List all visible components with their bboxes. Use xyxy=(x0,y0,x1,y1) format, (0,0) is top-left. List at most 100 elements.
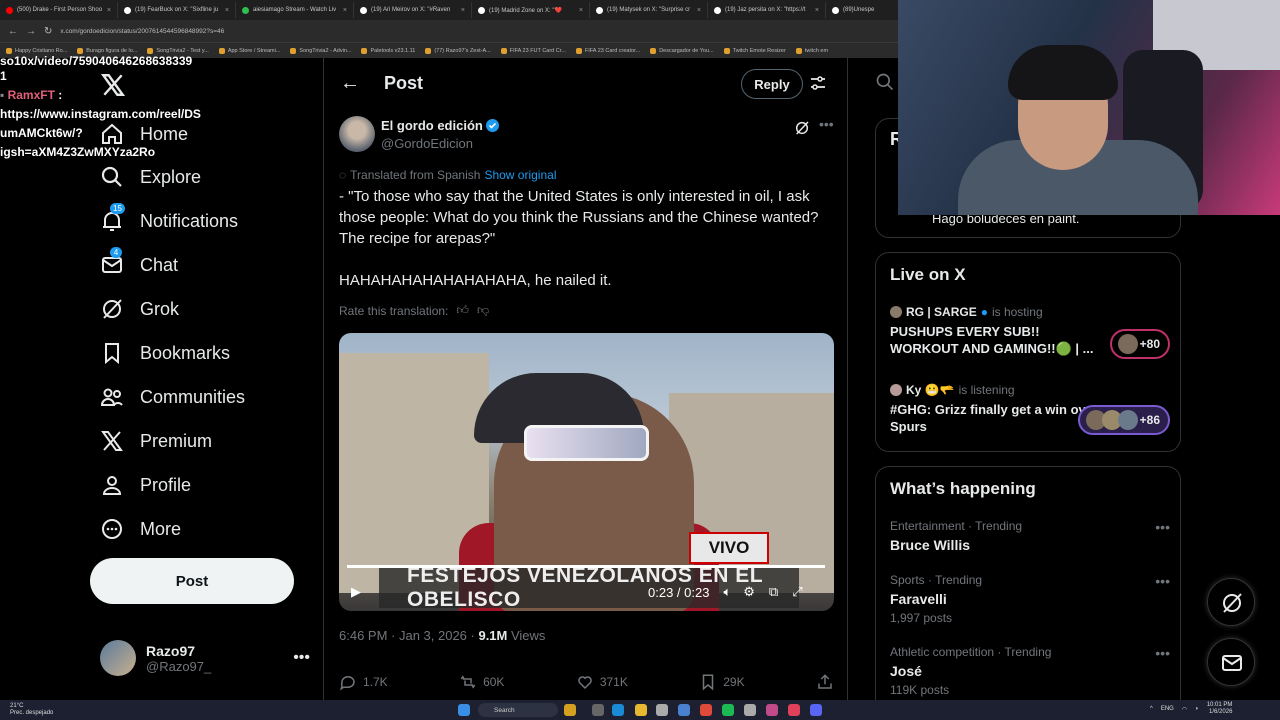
nav-chat[interactable]: 4 Chat xyxy=(100,247,178,280)
tab-1[interactable]: (19) FearBuck on X: "Sixfline ju × xyxy=(118,2,236,18)
taskbar-search[interactable]: Search xyxy=(478,703,558,717)
post-button[interactable]: Post xyxy=(90,558,294,604)
fullscreen-icon[interactable]: ⤢ xyxy=(792,584,802,600)
edge-icon[interactable] xyxy=(612,704,624,716)
show-original-link[interactable]: Show original xyxy=(484,168,556,182)
post-text: - "To those who say that the United Stat… xyxy=(339,188,819,247)
reply-button[interactable]: Reply xyxy=(741,69,803,99)
close-tab-icon[interactable]: × xyxy=(107,7,111,14)
tab-0[interactable]: (500) Drake - First Person Shoo × xyxy=(0,2,118,18)
app-icon[interactable] xyxy=(744,704,756,716)
nav-more[interactable]: More xyxy=(100,514,181,544)
chrome-icon[interactable] xyxy=(700,704,712,716)
more-horizontal-icon[interactable]: ••• xyxy=(1155,519,1170,535)
settings-icon[interactable]: ⚙ xyxy=(743,584,755,600)
nav-explore[interactable]: Explore xyxy=(100,162,201,192)
live-item[interactable]: RG | SARGE ● is hosting PUSHUPS EVERY SUB!… xyxy=(890,305,1170,359)
author-handle[interactable]: @GordoEdicion xyxy=(381,136,473,151)
volume-icon[interactable]: 🔈︎ xyxy=(723,584,731,600)
bookmark-item[interactable]: Paletools v23.1.11 xyxy=(361,47,415,54)
nav-notifications[interactable]: 15 Notifications xyxy=(100,203,238,236)
tab-3[interactable]: (19) Ari Meirov on X: "#Raven × xyxy=(354,2,472,18)
back-arrow-icon[interactable]: ← xyxy=(340,72,360,95)
app-icon[interactable] xyxy=(656,704,668,716)
tab-2[interactable]: aiesiamago Stream - Watch Liv × xyxy=(236,2,354,18)
more-horizontal-icon[interactable]: ••• xyxy=(293,649,310,667)
close-tab-icon[interactable]: × xyxy=(343,7,347,14)
bookmark-item[interactable]: (77) Razo97's Zest-A... xyxy=(425,47,491,54)
more-horizontal-icon[interactable]: ••• xyxy=(1155,573,1170,589)
nav-communities[interactable]: Communities xyxy=(100,382,245,412)
app-icon[interactable] xyxy=(678,704,690,716)
grok-fab[interactable] xyxy=(1207,578,1255,626)
close-tab-icon[interactable]: × xyxy=(697,7,701,14)
live-participants[interactable]: +80 xyxy=(1110,329,1170,359)
live-item[interactable]: Ky 😬🫳 is listening #GHG: Grizz finally ge… xyxy=(890,383,1170,435)
tab-6[interactable]: (19) Jaz persita on X: "https://t × xyxy=(708,2,826,18)
task-view-icon[interactable] xyxy=(592,704,604,716)
clock[interactable]: 10:01 PM 1/6/2026 xyxy=(1207,702,1233,716)
tab-5[interactable]: (19) Matysek on X: "Surprise cr × xyxy=(590,2,708,18)
youtube-icon xyxy=(6,6,13,14)
video-player[interactable]: VIVO FESTEJOS VENEZOLANOS EN EL OBELISCO… xyxy=(339,333,834,611)
wifi-icon[interactable]: ◠ xyxy=(1182,706,1187,713)
reply-action[interactable]: 1.7K xyxy=(339,673,388,691)
nav-grok[interactable]: Grok xyxy=(100,294,179,324)
chat-user-icon: ▪ xyxy=(0,88,8,102)
sliders-icon[interactable] xyxy=(810,75,826,91)
bookmark-item[interactable]: Descargador de You... xyxy=(650,47,714,54)
nav-profile[interactable]: Profile xyxy=(100,470,191,500)
forward-arrow-icon[interactable]: → xyxy=(26,26,36,37)
author-name[interactable]: El gordo edición xyxy=(381,118,499,133)
bookmark-item[interactable]: Twitch Emote Resizer xyxy=(723,47,786,54)
volume-icon[interactable]: ◗ xyxy=(1195,706,1199,712)
windows-start-icon[interactable] xyxy=(458,704,470,716)
bookmark-item[interactable]: SongTrivia2 - Advin... xyxy=(290,47,351,54)
app-icon[interactable] xyxy=(766,704,778,716)
share-action[interactable] xyxy=(816,673,834,691)
nav-premium[interactable]: Premium xyxy=(100,426,212,456)
video-progress-bar[interactable] xyxy=(347,565,825,568)
trend-item[interactable]: Athletic competition · Trending José 119… xyxy=(890,645,1170,697)
thumbs-down-icon[interactable]: 👎︎ xyxy=(477,303,489,318)
crown-icon[interactable] xyxy=(564,704,576,716)
folder-icon[interactable] xyxy=(635,704,647,716)
trend-item[interactable]: Sports · Trending Faravelli 1,997 posts … xyxy=(890,573,1170,625)
bookmark-item[interactable]: twitch em xyxy=(795,47,828,54)
bookmark-icon xyxy=(425,47,432,54)
bookmark-icon xyxy=(795,47,802,54)
grok-icon[interactable] xyxy=(794,120,810,136)
live-participants[interactable]: +86 xyxy=(1078,405,1170,435)
thumbs-up-icon[interactable]: 👍︎ xyxy=(456,303,469,318)
close-tab-icon[interactable]: × xyxy=(225,7,229,14)
close-tab-icon[interactable]: × xyxy=(579,7,583,14)
picture-in-picture-icon[interactable]: ⧉ xyxy=(769,584,778,600)
tray-language[interactable]: ENG xyxy=(1161,706,1174,712)
account-switcher[interactable]: Razo97 @Razo97_ ••• xyxy=(100,638,310,678)
like-action[interactable]: 371K xyxy=(576,673,628,691)
more-horizontal-icon[interactable]: ••• xyxy=(819,116,834,132)
reload-icon[interactable]: ↻ xyxy=(44,26,52,37)
discord-icon[interactable] xyxy=(810,704,822,716)
repost-action[interactable]: 60K xyxy=(459,673,504,691)
nav-bookmarks[interactable]: Bookmarks xyxy=(100,338,230,368)
bookmark-icon xyxy=(100,341,124,365)
mail-icon: 4 xyxy=(100,247,124,277)
music-icon[interactable] xyxy=(788,704,800,716)
spotify-icon[interactable] xyxy=(722,704,734,716)
url-field[interactable]: x.com/gordoedicion/status/20076145445968… xyxy=(60,28,224,35)
bookmark-action[interactable]: 29K xyxy=(699,673,745,691)
chevron-up-icon[interactable]: ^ xyxy=(1150,706,1153,712)
back-arrow-icon[interactable]: ← xyxy=(8,26,18,37)
trend-item[interactable]: Entertainment · Trending Bruce Willis ••… xyxy=(890,519,1170,553)
messages-fab[interactable] xyxy=(1207,638,1255,686)
author-avatar[interactable] xyxy=(339,116,375,152)
play-icon[interactable]: ▶ xyxy=(351,584,361,600)
weather-widget[interactable]: 21°C Prec. despejado xyxy=(10,703,53,717)
more-horizontal-icon[interactable]: ••• xyxy=(1155,645,1170,661)
close-tab-icon[interactable]: × xyxy=(815,7,819,14)
bookmark-item[interactable]: FIFA 23 FUT Card Cr... xyxy=(500,47,566,54)
tab-4[interactable]: (19) Madrid Zone on X: "❤️ × xyxy=(472,2,590,18)
close-tab-icon[interactable]: × xyxy=(461,7,465,14)
bookmark-item[interactable]: FIFA 23 Card creator... xyxy=(575,47,640,54)
